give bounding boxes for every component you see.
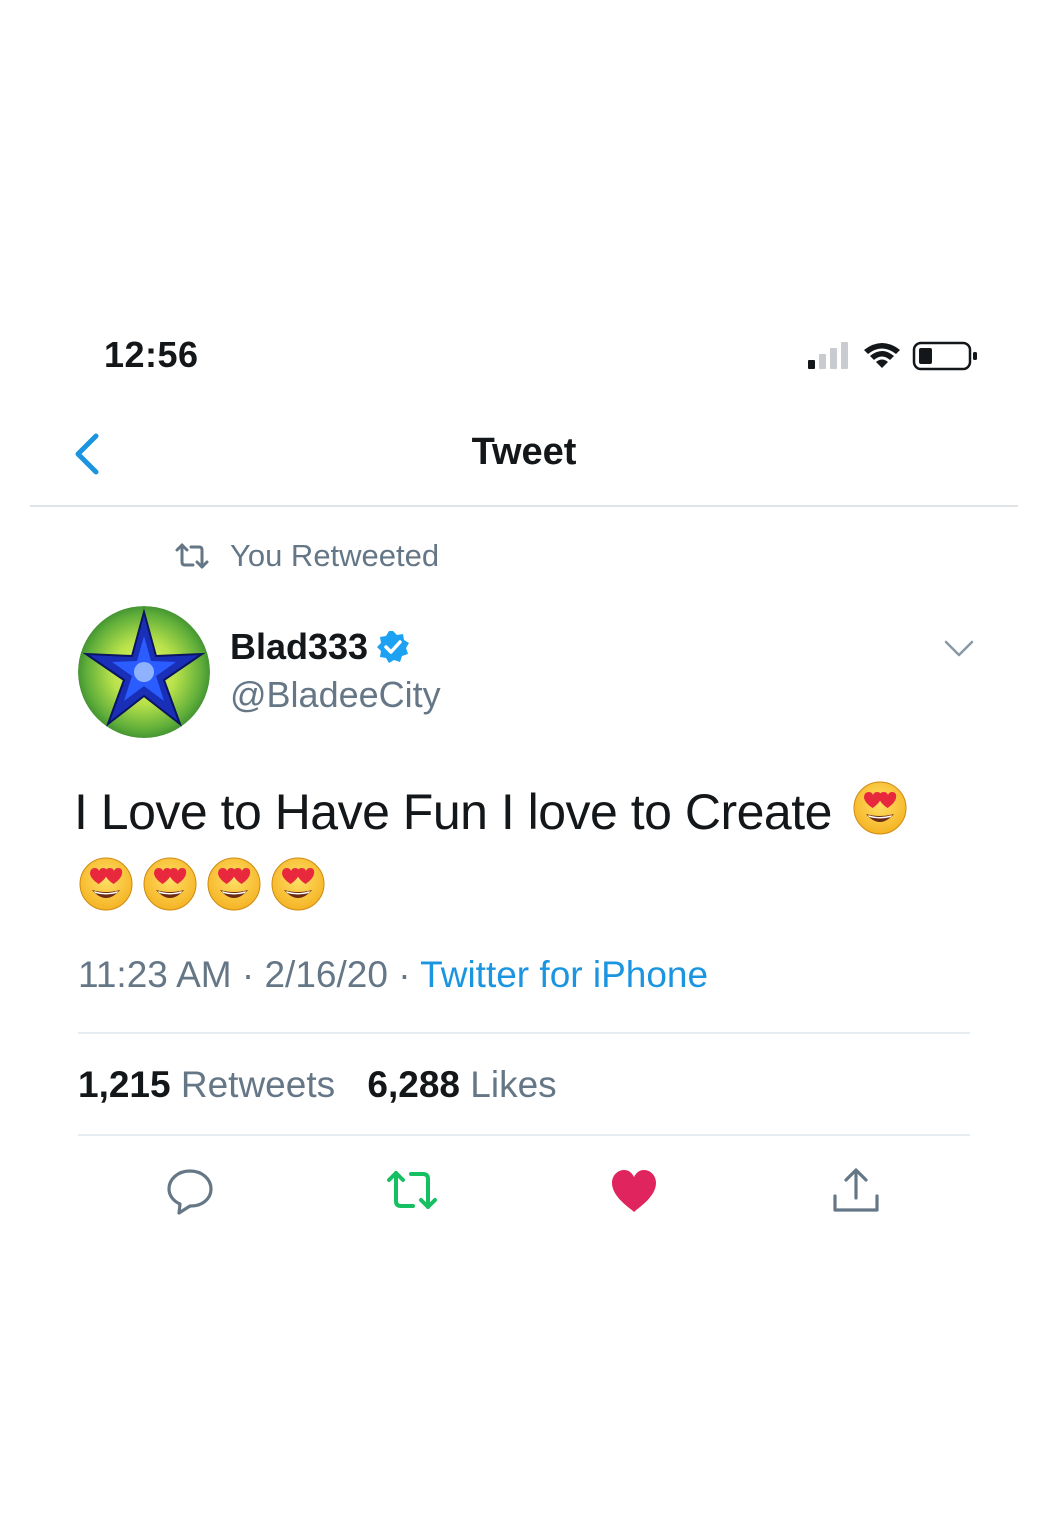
likes-stat[interactable]: 6,288 Likes [367,1064,556,1105]
heart-eyes-emoji [207,857,261,911]
tweet-stats: 1,215 Retweets 6,288 Likes [78,1064,579,1106]
likes-count: 6,288 [367,1064,460,1105]
signal-icon [808,342,848,369]
heart-eyes-emoji [271,857,325,911]
heart-icon [612,1170,656,1212]
meta-divider [78,1032,970,1034]
verified-badge-icon [377,631,410,663]
stats-divider [78,1134,970,1136]
retweets-stat[interactable]: 1,215 Retweets [78,1064,335,1105]
avatar[interactable] [78,606,210,738]
star-avatar [78,606,210,738]
chevron-down-icon [944,640,974,657]
battery-icon [912,341,977,371]
reply-button[interactable] [164,1166,216,1216]
author-handle[interactable]: @BladeeCity [230,674,441,716]
retweets-label: Retweets [180,1064,336,1105]
tweet-source-link[interactable]: Twitter for iPhone [420,954,708,995]
author-name-row[interactable]: Blad333 [230,626,410,668]
retweet-context-label: You Retweeted [230,538,440,573]
heart-eyes-emoji [143,857,197,911]
tweet-date: 2/16/20 [264,954,388,995]
meta-separator: · [241,954,255,995]
retweet-icon [175,543,209,569]
status-time: 12:56 [104,334,199,375]
retweet-context[interactable]: You Retweeted [174,538,439,574]
retweet-button[interactable] [386,1166,438,1216]
meta-separator: · [398,954,411,995]
emoji-row [78,856,334,912]
likes-label: Likes [470,1064,557,1105]
status-icons [808,341,977,371]
share-button[interactable] [830,1166,882,1216]
tweet-meta: 11:23 AM · 2/16/20 · Twitter for iPhone [78,954,708,996]
wifi-icon [864,343,900,368]
reply-icon [167,1169,213,1215]
heart-eyes-emoji [79,857,133,911]
tweet-options-button[interactable] [938,630,980,666]
share-icon [833,1168,879,1212]
retweets-count: 1,215 [78,1064,171,1105]
heart-eyes-emoji [853,781,907,835]
retweet-icon [387,1171,437,1209]
like-button[interactable] [608,1166,660,1216]
author-name: Blad333 [230,626,369,667]
tweet-text: I Love to Have Fun I love to Create [74,784,832,840]
header-divider [30,505,1018,507]
tweet-time: 11:23 AM [78,954,232,995]
page-title: Tweet [471,431,577,473]
